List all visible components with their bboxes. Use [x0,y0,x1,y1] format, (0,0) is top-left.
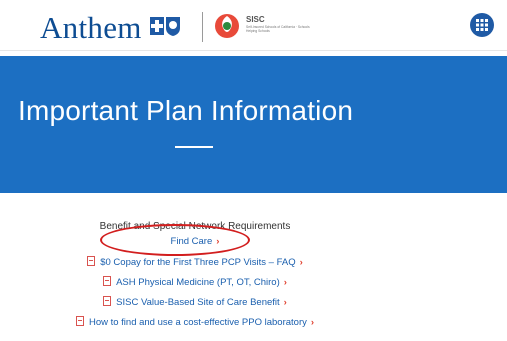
ppo-laboratory-link[interactable]: How to find and use a cost-effective PPO… [0,316,390,328]
anthem-logo[interactable]: Anthem [40,10,142,46]
pdf-document-icon [103,276,112,286]
link-label: Find Care [170,236,213,247]
copay-faq-link[interactable]: $0 Copay for the First Three PCP Visits … [0,256,390,268]
hero-banner: Important Plan Information [0,56,507,193]
page-title: Important Plan Information [18,95,354,126]
logo-divider [202,12,203,42]
value-based-site-of-care-link[interactable]: SISC Value-Based Site of Care Benefit › [0,296,390,308]
header-divider [0,50,507,51]
chevron-right-icon: › [216,236,220,247]
chevron-right-icon: › [310,317,315,328]
sisc-title: SISC [246,15,265,24]
link-label: SISC Value-Based Site of Care Benefit [116,297,280,308]
chevron-right-icon: › [283,297,287,308]
chevron-right-icon: › [283,277,287,288]
bcbs-cross-shield-icon [150,17,180,36]
link-label: How to find and use a cost-effective PPO… [88,317,307,328]
section-heading: Benefit and Special Network Requirements [99,221,291,232]
title-underline [175,146,213,148]
page: Anthem SISC Self-Insured Schools of Cali… [0,0,507,341]
ash-physical-medicine-link[interactable]: ASH Physical Medicine (PT, OT, Chiro) › [0,276,390,288]
pdf-document-icon [103,296,112,306]
link-label: ASH Physical Medicine (PT, OT, Chiro) [116,277,280,288]
sisc-logo-icon [215,14,239,38]
find-care-link[interactable]: Find Care › [0,236,390,247]
sisc-subtitle: Self-Insured Schools of California · Sch… [246,25,310,33]
pdf-document-icon [87,256,96,266]
grid-menu-icon [476,19,488,31]
chevron-right-icon: › [299,257,303,268]
grid-menu-button[interactable] [470,13,494,37]
pdf-document-icon [75,316,84,326]
site-header: Anthem SISC Self-Insured Schools of Cali… [0,0,507,56]
link-label: $0 Copay for the First Three PCP Visits … [100,257,296,268]
